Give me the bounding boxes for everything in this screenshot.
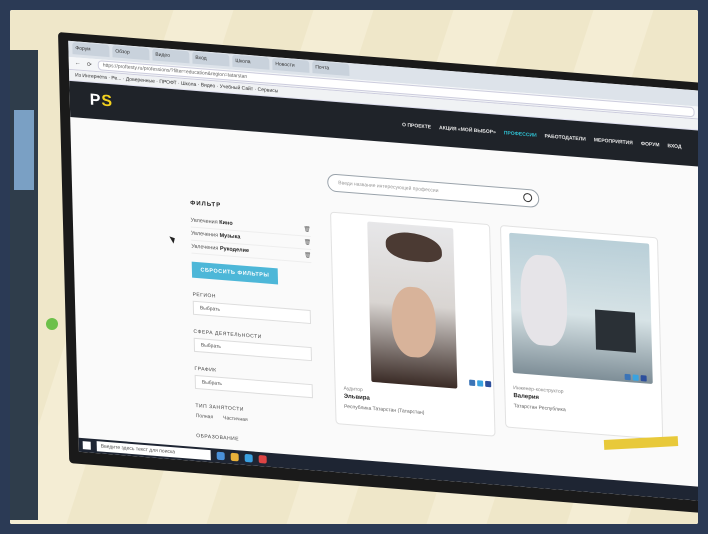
card-role: Аудитор [343, 385, 363, 394]
trash-icon[interactable]: 🗑 [304, 252, 311, 259]
card-region: Республика Татарстан (Татарстан) [344, 403, 425, 417]
browser-tab[interactable]: Вход [192, 51, 230, 67]
trash-icon[interactable]: 🗑 [304, 226, 311, 233]
chip-prefix: Увлечения [190, 217, 218, 226]
logo-letter: S [101, 92, 114, 111]
world-map-wall [385, 230, 443, 264]
shelf [10, 50, 38, 520]
reload-icon[interactable]: ⟳ [87, 61, 92, 68]
facebook-icon[interactable] [640, 375, 647, 382]
mouse-cursor-icon [169, 234, 177, 244]
person-body [519, 253, 569, 348]
tv-monitor: Форум Обзор Видео Вход Школа Новости Поч… [58, 32, 698, 515]
filter-panel: ФИЛЬТР Увлечения Кино 🗑 Увлечения Музыка 🗑… [190, 200, 316, 448]
card-region: Татарстан Республика [513, 403, 566, 414]
twitter-icon[interactable] [477, 380, 484, 387]
browser-tab[interactable]: Обзор [112, 45, 150, 61]
card-name: Эльвира [343, 393, 370, 402]
profession-card[interactable]: Инженер-конструктор Валерия Татарстан Ре… [499, 224, 664, 440]
nav-professions[interactable]: ПРОФЕССИИ [504, 130, 537, 139]
back-icon[interactable]: ← [75, 60, 81, 66]
profession-search-input[interactable]: Введи название интересующей профессии [327, 173, 540, 209]
reset-filters-button[interactable]: СБРОСИТЬ ФИЛЬТРЫ [191, 261, 279, 285]
poster [14, 110, 34, 190]
browser-tab[interactable]: Форум [72, 42, 110, 58]
trash-icon[interactable]: 🗑 [304, 239, 311, 246]
chip-prefix: Увлечения [191, 243, 219, 252]
store-icon[interactable] [244, 453, 253, 463]
person-face [390, 285, 437, 359]
profession-card[interactable]: Аудитор Эльвира Республика Татарстан (Та… [330, 211, 496, 437]
browser-tab[interactable]: Школа [232, 54, 270, 70]
green-object [46, 318, 58, 330]
browser-tab[interactable]: Видео [152, 48, 190, 64]
radio-full[interactable]: Полная [196, 413, 214, 420]
folder-icon[interactable] [230, 452, 239, 462]
nav-forum[interactable]: ФОРУМ [641, 141, 660, 148]
facebook-icon[interactable] [485, 380, 492, 388]
filter-title: ФИЛЬТР [190, 200, 222, 209]
browser-tab[interactable]: Новости [272, 57, 310, 73]
chip-value: Рукоделие [219, 245, 250, 255]
search-icon[interactable] [523, 192, 533, 203]
card-photo [367, 221, 458, 389]
logo-letter: P [89, 91, 102, 110]
site-logo[interactable]: PS [89, 92, 113, 112]
radio-part[interactable]: Частичная [223, 415, 248, 423]
chip-value: Музыка [219, 232, 241, 241]
search-placeholder: Введи название интересующей профессии [338, 180, 439, 195]
windows-start-icon[interactable] [82, 441, 91, 450]
vk-icon[interactable] [469, 379, 476, 387]
edge-icon[interactable] [216, 451, 225, 461]
computer-screen [594, 309, 637, 353]
app-icon[interactable] [258, 454, 267, 464]
taskbar-search[interactable]: Введите здесь текст для поиска [96, 441, 211, 461]
social-links [469, 379, 492, 388]
twitter-icon[interactable] [632, 374, 639, 381]
vk-icon[interactable] [624, 373, 631, 381]
browser-tab[interactable]: Почта [312, 61, 350, 77]
photo-frame: Форум Обзор Видео Вход Школа Новости Поч… [10, 10, 698, 524]
nav-employers[interactable]: РАБОТОДАТЕЛИ [545, 133, 586, 142]
nav-action[interactable]: АКЦИЯ «МОЙ ВЫБОР» [439, 125, 496, 135]
screen: Форум Обзор Видео Вход Школа Новости Поч… [68, 40, 698, 502]
card-photo [509, 232, 653, 385]
nav-about[interactable]: О ПРОЕКТЕ [402, 122, 431, 130]
nav-login[interactable]: ВХОД [667, 143, 681, 150]
main-nav: О ПРОЕКТЕ АКЦИЯ «МОЙ ВЫБОР» ПРОФЕССИИ РА… [402, 122, 682, 150]
card-name: Валерия [513, 393, 540, 402]
nav-events[interactable]: МЕРОПРИЯТИЯ [594, 137, 633, 146]
chip-value: Кино [219, 219, 233, 227]
education-label: ОБРАЗОВАНИЕ [196, 433, 240, 443]
chip-prefix: Увлечения [190, 230, 219, 239]
